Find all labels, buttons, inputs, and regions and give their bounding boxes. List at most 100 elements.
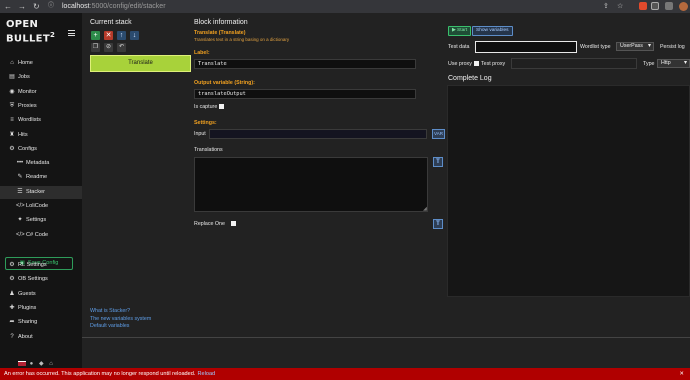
- sidebar-item-proxies[interactable]: ⛨ Proxies: [0, 100, 82, 113]
- sidebar-item-stacker[interactable]: ☰ Stacker: [0, 185, 82, 199]
- move-up-button[interactable]: ↑: [117, 31, 126, 40]
- link-default-variables[interactable]: Default variables: [90, 323, 129, 330]
- sidebar-item-label: Sharing: [18, 319, 38, 326]
- undo-button[interactable]: ↶: [117, 43, 126, 52]
- sidebar-item-hits[interactable]: ♜ Hits: [0, 129, 82, 142]
- show-variables-button[interactable]: Show variables: [472, 26, 513, 36]
- sidebar-item-jobs[interactable]: ▤ Jobs: [0, 71, 82, 84]
- sidebar-item-home[interactable]: ⌂ Home: [0, 57, 82, 70]
- about-icon: ?: [10, 333, 14, 340]
- jobs-icon: ▤: [9, 74, 15, 81]
- sidebar-item-lolicode[interactable]: </> LoliCode: [0, 200, 82, 213]
- sidebar-item-metadata[interactable]: ••• Metadata: [0, 157, 82, 170]
- block-name: Translate (Translate): [194, 30, 246, 36]
- site-info-icon[interactable]: ⓘ: [48, 2, 54, 11]
- sidebar-item-label: Settings: [26, 217, 47, 224]
- discord-icon[interactable]: ◆: [39, 361, 46, 367]
- sidebar-item-readme[interactable]: ✎ Readme: [0, 171, 82, 184]
- plugins-icon: ✚: [9, 304, 15, 311]
- extension-icon[interactable]: [651, 2, 659, 10]
- translations-type-button[interactable]: T: [433, 157, 443, 167]
- sidebar-item-label: Home: [18, 60, 33, 66]
- output-variable-input[interactable]: translateOutput: [194, 89, 416, 99]
- delete-block-button[interactable]: ✕: [104, 31, 113, 40]
- hits-icon: ♜: [9, 131, 15, 138]
- link-variables-system[interactable]: The new variables system: [90, 316, 151, 323]
- menu-toggle-icon[interactable]: [68, 30, 75, 36]
- lolicode-icon: </>: [16, 202, 25, 209]
- disable-block-button[interactable]: ⊘: [104, 43, 113, 52]
- proxy-type-select[interactable]: Http: [657, 59, 690, 68]
- wordlists-icon: ≡: [10, 117, 14, 124]
- extension-icon[interactable]: [639, 2, 647, 10]
- sidebar-item-sharing[interactable]: ➦ Sharing: [0, 316, 82, 329]
- share-icon[interactable]: ⇪: [603, 2, 609, 11]
- home-footer-icon[interactable]: ⌂: [49, 361, 55, 367]
- sidebar-item-plugins[interactable]: ✚ Plugins: [0, 302, 82, 315]
- sidebar-item-label: Guests: [18, 290, 36, 297]
- app-logo[interactable]: OPEN BULLET2: [6, 20, 55, 44]
- close-icon[interactable]: ✕: [679, 368, 684, 380]
- move-down-button[interactable]: ↓: [130, 31, 139, 40]
- sidebar-item-monitor[interactable]: ◉ Monitor: [0, 86, 82, 99]
- sidebar-item-label: Configs: [18, 145, 37, 152]
- add-block-button[interactable]: +: [91, 31, 100, 40]
- stacker-icon: ☰: [17, 188, 23, 195]
- sidebar-item-guests[interactable]: ♟ Guests: [0, 288, 82, 301]
- persist-log-label: Persist log: [660, 44, 685, 50]
- label-title: Label:: [194, 50, 210, 56]
- complete-log-title: Complete Log: [448, 75, 492, 82]
- replace-one-type-button[interactable]: T: [433, 219, 443, 229]
- use-proxy-row: Use proxy: [448, 60, 479, 68]
- rl-settings-icon: ⚙: [9, 262, 15, 268]
- is-capture-label: Is capture: [194, 104, 218, 110]
- star-icon[interactable]: ☆: [617, 2, 623, 11]
- language-flag-icon[interactable]: [18, 360, 26, 366]
- input-var-button[interactable]: VAR: [432, 129, 445, 139]
- is-capture-checkbox[interactable]: [219, 104, 225, 110]
- stack-title: Current stack: [90, 19, 132, 26]
- reload-icon[interactable]: ↻: [33, 2, 40, 11]
- start-debug-button[interactable]: ▶ Start: [448, 26, 472, 36]
- resize-handle-icon[interactable]: ◢: [423, 206, 427, 212]
- error-message: An error has occurred. This application …: [4, 371, 196, 377]
- clone-block-button[interactable]: ❐: [91, 43, 100, 52]
- input-setting-field[interactable]: [209, 129, 427, 139]
- settings-title: Settings:: [194, 120, 217, 126]
- forward-icon[interactable]: →: [18, 2, 26, 11]
- replace-one-checkbox[interactable]: [230, 221, 236, 227]
- address-bar[interactable]: localhost:5000/config/edit/stacker: [62, 1, 166, 12]
- sidebar-item-about[interactable]: ? About: [0, 331, 82, 344]
- configs-icon: ⚙: [9, 145, 15, 152]
- sidebar-item-label: About: [18, 333, 33, 340]
- reload-link[interactable]: Reload: [197, 371, 215, 377]
- replace-one-label: Replace One: [194, 221, 225, 227]
- divider: [82, 337, 690, 338]
- puzzle-icon[interactable]: [665, 2, 673, 10]
- sharing-icon: ➦: [9, 319, 15, 326]
- block-info-title: Block information: [194, 19, 248, 26]
- use-proxy-checkbox[interactable]: [473, 61, 479, 67]
- guests-icon: ♟: [9, 290, 15, 297]
- sidebar-item-wordlists[interactable]: ≡ Wordlists: [0, 114, 82, 127]
- sidebar-item-c-code[interactable]: </> C# Code: [0, 229, 82, 242]
- stack-block-translate[interactable]: Translate: [90, 55, 191, 72]
- test-proxy-input[interactable]: [511, 58, 637, 69]
- wordlist-type-select[interactable]: UserPass: [616, 42, 654, 51]
- sidebar-item-rl-settings[interactable]: ⚙ RL Settings: [0, 259, 82, 272]
- link-what-is-stacker[interactable]: What is Stacker?: [90, 308, 130, 315]
- test-data-input[interactable]: [475, 41, 577, 53]
- label-input[interactable]: Translate: [194, 59, 416, 69]
- sidebar-item-settings[interactable]: ✦ Settings: [0, 214, 82, 227]
- home-icon: ⌂: [10, 60, 14, 66]
- sidebar-item-label: Jobs: [18, 74, 30, 81]
- sidebar-item-ob-settings[interactable]: ⚙ OB Settings: [0, 273, 82, 286]
- back-icon[interactable]: ←: [4, 2, 12, 11]
- profile-avatar[interactable]: [679, 2, 688, 11]
- proxies-icon: ⛨: [9, 102, 15, 109]
- sidebar-item-label: Metadata: [26, 160, 50, 166]
- sidebar-item-configs[interactable]: ⚙ Configs: [0, 143, 82, 156]
- complete-log-panel[interactable]: [447, 85, 690, 297]
- translations-textarea[interactable]: [194, 157, 428, 212]
- github-icon[interactable]: ●: [30, 361, 36, 367]
